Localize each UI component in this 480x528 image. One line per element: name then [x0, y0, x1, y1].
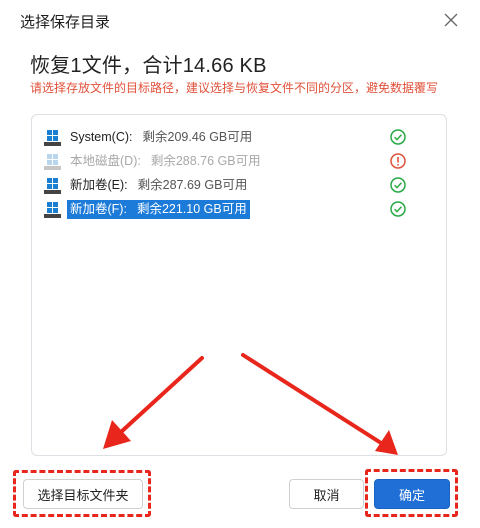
dialog-titlebar: 选择保存目录 [0, 0, 480, 40]
warning-text: 请选择存放文件的目标路径，建议选择与恢复文件不同的分区，避免数据覆写 [30, 81, 439, 95]
cancel-button[interactable]: 取消 [289, 479, 364, 509]
drive-name: 本地磁盘(D): [70, 154, 141, 168]
drive-item-c[interactable]: System(C): 剩余209.46 GB可用 [44, 126, 406, 148]
windows-drive-icon [44, 201, 61, 218]
select-target-folder-button[interactable]: 选择目标文件夹 [23, 479, 143, 509]
drive-name: 新加卷(E): [70, 178, 128, 192]
confirm-button[interactable]: 确定 [374, 479, 450, 509]
windows-drive-icon [44, 129, 61, 146]
check-circle-icon [390, 129, 406, 145]
drive-free-space: 剩余287.69 GB可用 [137, 178, 248, 192]
drive-item-e[interactable]: 新加卷(E): 剩余287.69 GB可用 [44, 174, 406, 196]
drive-name: 新加卷(F): [70, 202, 127, 216]
drive-free-space: 剩余288.76 GB可用 [150, 154, 261, 168]
drive-item-f[interactable]: 新加卷(F): 剩余221.10 GB可用 [44, 198, 406, 220]
drive-free-space: 剩余221.10 GB可用 [136, 202, 247, 216]
restore-summary: 恢复1文件，合计14.66 KB [30, 55, 267, 77]
drive-free-space: 剩余209.46 GB可用 [142, 130, 253, 144]
check-circle-icon [390, 177, 406, 193]
windows-drive-icon [44, 177, 61, 194]
drive-name: System(C): [70, 130, 133, 144]
drive-item-d[interactable]: 本地磁盘(D): 剩余288.76 GB可用 [44, 150, 406, 172]
check-circle-icon [390, 201, 406, 217]
info-circle-icon [390, 153, 406, 169]
windows-drive-icon [44, 153, 61, 170]
close-icon[interactable] [440, 9, 462, 31]
dialog-title: 选择保存目录 [20, 14, 111, 31]
